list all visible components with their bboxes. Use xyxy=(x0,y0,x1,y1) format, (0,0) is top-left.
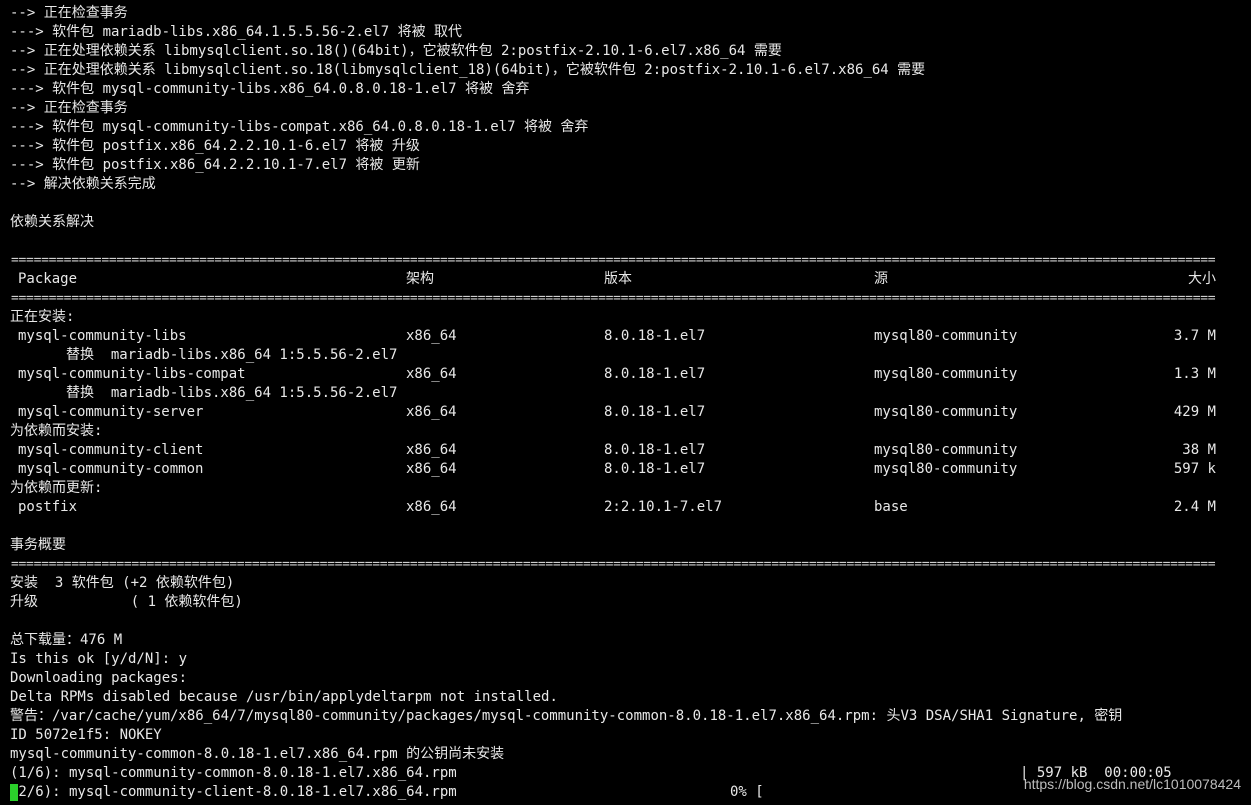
package-repo: mysql80-community xyxy=(874,461,1018,477)
package-arch: x86_64 xyxy=(406,499,457,515)
package-name: mysql-community-client xyxy=(18,442,204,458)
package-version: 8.0.18-1.el7 xyxy=(604,404,706,420)
total-download: 总下载量：476 M xyxy=(10,632,123,648)
section-dep-update: 为依赖而更新: xyxy=(10,480,103,496)
log-line: ---> 软件包 mysql-community-libs-compat.x86… xyxy=(10,119,589,135)
terminal-window[interactable]: --> 正在检查事务 ---> 软件包 mariadb-libs.x86_64.… xyxy=(0,0,1251,805)
package-version: 2:2.10.1-7.el7 xyxy=(604,499,723,515)
package-version: 8.0.18-1.el7 xyxy=(604,461,706,477)
section-dep-install: 为依赖而安装: xyxy=(10,423,103,439)
log-line: ---> 软件包 postfix.x86_64.2.2.10.1-7.el7 将… xyxy=(10,157,420,173)
header-version: 版本 xyxy=(604,271,632,287)
delta-rpms-notice: Delta RPMs disabled because /usr/bin/app… xyxy=(10,689,558,705)
separator-line: ========================================… xyxy=(11,557,1216,572)
gpg-key-id: ID 5072e1f5: NOKEY xyxy=(10,727,162,743)
package-size: 3.7 M xyxy=(1173,328,1216,344)
download-progress-2: (2/6): mysql-community-client-8.0.18-1.e… xyxy=(10,784,457,800)
log-line: ---> 软件包 mariadb-libs.x86_64.1.5.5.56-2.… xyxy=(10,24,463,40)
package-version: 8.0.18-1.el7 xyxy=(604,366,706,382)
separator-line: ========================================… xyxy=(11,253,1216,268)
package-name: mysql-community-server xyxy=(18,404,204,420)
package-version: 8.0.18-1.el7 xyxy=(604,328,706,344)
pubkey-notice: mysql-community-common-8.0.18-1.el7.x86_… xyxy=(10,746,505,762)
log-line: --> 正在处理依赖关系 libmysqlclient.so.18()(64bi… xyxy=(10,43,782,59)
package-size: 38 M xyxy=(1182,442,1216,458)
log-line: ---> 软件包 mysql-community-libs.x86_64.0.8… xyxy=(10,81,530,97)
package-arch: x86_64 xyxy=(406,328,457,344)
header-size: 大小 xyxy=(1188,271,1216,287)
log-line: --> 正在处理依赖关系 libmysqlclient.so.18(libmys… xyxy=(10,62,926,78)
package-repo: mysql80-community xyxy=(874,404,1018,420)
gpg-warning: 警告：/var/cache/yum/x86_64/7/mysql80-commu… xyxy=(10,708,1123,724)
package-name: mysql-community-common xyxy=(18,461,204,477)
replace-note: 替换 mariadb-libs.x86_64 1:5.5.56-2.el7 xyxy=(66,347,398,363)
replace-note: 替换 mariadb-libs.x86_64 1:5.5.56-2.el7 xyxy=(66,385,398,401)
package-arch: x86_64 xyxy=(406,404,457,420)
package-size: 429 M xyxy=(1173,404,1216,420)
summary-install: 安装 3 软件包 (+2 依赖软件包) xyxy=(10,575,235,591)
package-arch: x86_64 xyxy=(406,461,457,477)
summary-upgrade: 升级 ( 1 依赖软件包) xyxy=(10,594,243,610)
package-arch: x86_64 xyxy=(406,442,457,458)
package-repo: base xyxy=(874,499,908,515)
package-repo: mysql80-community xyxy=(874,366,1018,382)
package-version: 8.0.18-1.el7 xyxy=(604,442,706,458)
header-repo: 源 xyxy=(874,271,888,287)
confirm-prompt: Is this ok [y/d/N]: y xyxy=(10,651,188,667)
header-package: Package xyxy=(18,271,78,287)
log-line: --> 解决依赖关系完成 xyxy=(10,176,156,192)
package-name: mysql-community-libs-compat xyxy=(18,366,246,382)
package-size: 2.4 M xyxy=(1173,499,1216,515)
log-line: --> 正在检查事务 xyxy=(10,100,128,116)
package-size: 1.3 M xyxy=(1173,366,1216,382)
summary-heading: 事务概要 xyxy=(10,537,66,553)
downloading-status: Downloading packages: xyxy=(10,670,188,686)
download-progress-1: (1/6): mysql-community-common-8.0.18-1.e… xyxy=(10,765,457,781)
log-line: ---> 软件包 postfix.x86_64.2.2.10.1-6.el7 将… xyxy=(10,138,420,154)
download-percent-2: 0% [ xyxy=(730,784,764,800)
separator-line: ========================================… xyxy=(11,291,1216,306)
log-line: --> 正在检查事务 xyxy=(10,5,128,21)
terminal-cursor xyxy=(10,784,18,801)
deps-resolved-heading: 依赖关系解决 xyxy=(10,214,94,230)
package-name: mysql-community-libs xyxy=(18,328,187,344)
package-arch: x86_64 xyxy=(406,366,457,382)
csdn-watermark: https://blog.csdn.net/lc1010078424 xyxy=(1023,776,1241,792)
section-installing: 正在安装: xyxy=(10,309,75,325)
package-repo: mysql80-community xyxy=(874,442,1018,458)
package-repo: mysql80-community xyxy=(874,328,1018,344)
package-size: 597 k xyxy=(1173,461,1216,477)
package-name: postfix xyxy=(18,499,78,515)
header-arch: 架构 xyxy=(406,271,434,287)
